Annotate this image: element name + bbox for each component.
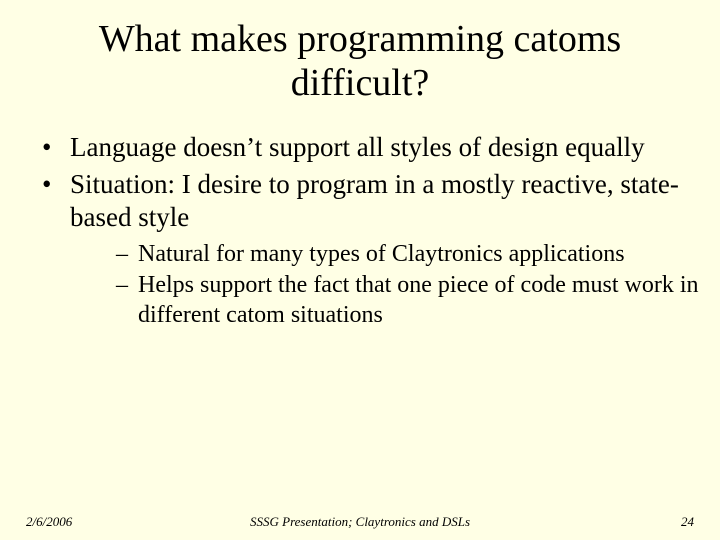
sub-bullet-item: Helps support the fact that one piece of…	[70, 271, 700, 330]
bullet-text: Situation: I desire to program in a most…	[70, 169, 679, 232]
sub-bullet-text: Natural for many types of Claytronics ap…	[138, 241, 625, 267]
footer-page-number: 24	[514, 514, 694, 530]
footer-center: SSSG Presentation; Claytronics and DSLs	[206, 514, 514, 530]
slide-footer: 2/6/2006 SSSG Presentation; Claytronics …	[0, 514, 720, 530]
slide: What makes programming catoms difficult?…	[0, 0, 720, 540]
slide-body: Language doesn’t support all styles of d…	[0, 105, 720, 330]
bullet-item: Situation: I desire to program in a most…	[28, 168, 700, 330]
bullet-list: Language doesn’t support all styles of d…	[28, 131, 700, 330]
sub-bullet-list: Natural for many types of Claytronics ap…	[70, 240, 700, 330]
bullet-item: Language doesn’t support all styles of d…	[28, 131, 700, 164]
bullet-text: Language doesn’t support all styles of d…	[70, 132, 645, 162]
footer-date: 2/6/2006	[26, 514, 206, 530]
sub-bullet-item: Natural for many types of Claytronics ap…	[70, 240, 700, 269]
slide-title: What makes programming catoms difficult?	[0, 0, 720, 105]
sub-bullet-text: Helps support the fact that one piece of…	[138, 272, 699, 327]
